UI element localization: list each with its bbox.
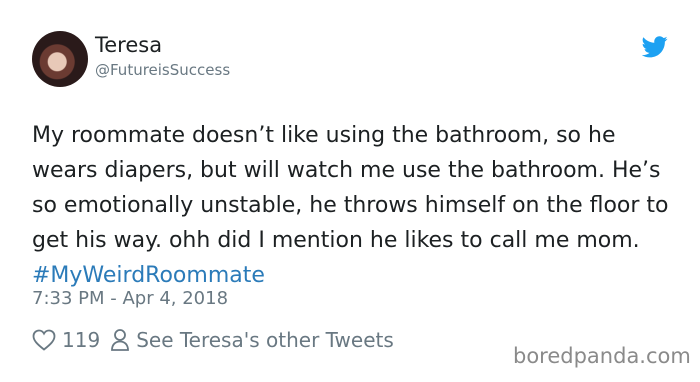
avatar[interactable] xyxy=(32,31,88,87)
heart-icon[interactable] xyxy=(32,329,56,351)
like-count[interactable]: 119 xyxy=(62,328,100,352)
other-tweets-link[interactable]: See Teresa's other Tweets xyxy=(136,328,394,352)
hashtag-link[interactable]: #MyWeirdRoommate xyxy=(32,263,265,288)
tweet-actions: 119 See Teresa's other Tweets xyxy=(32,326,394,354)
twitter-bird-icon[interactable] xyxy=(642,36,668,58)
tweet-body: My roommate doesn’t like using the bathr… xyxy=(32,123,669,253)
person-icon[interactable] xyxy=(110,328,130,352)
author-name[interactable]: Teresa xyxy=(95,33,162,57)
tweet-timestamp[interactable]: 7:33 PM - Apr 4, 2018 xyxy=(32,288,228,309)
author-handle[interactable]: @FutureisSuccess xyxy=(95,61,230,79)
watermark: boredpanda.com xyxy=(513,344,691,368)
tweet-text: My roommate doesn’t like using the bathr… xyxy=(32,118,682,293)
